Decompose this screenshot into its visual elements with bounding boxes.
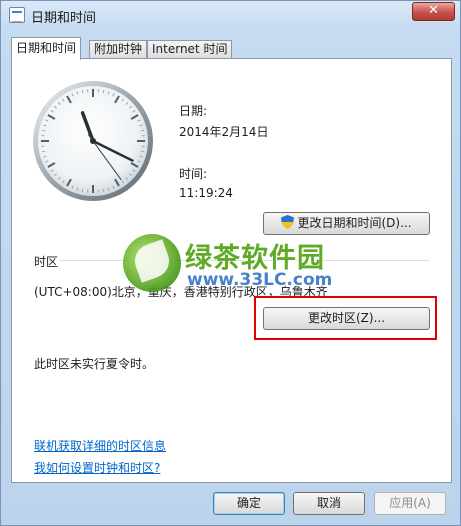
tab-internet-time[interactable]: Internet 时间 <box>147 40 233 59</box>
tab-additional-clocks[interactable]: 附加时钟 <box>89 40 148 59</box>
date-label: 日期: <box>179 104 208 118</box>
uac-shield-icon <box>281 215 295 229</box>
time-label: 时间: <box>179 167 208 181</box>
clock-minute-tick <box>42 150 46 153</box>
timezone-section-label: 时区 <box>34 255 59 269</box>
date-value: 2014年2月14日 <box>179 125 269 139</box>
clock-minute-tick <box>81 90 84 94</box>
watermark-logo-icon <box>123 234 181 292</box>
date-time-dialog: 日期和时间 ✕ 日期和时间 附加时钟 Internet 时间 日期: 2014年… <box>0 0 461 526</box>
change-date-time-label: 更改日期和时间(D)... <box>297 216 412 230</box>
leaf-icon <box>130 239 174 283</box>
clock-minute-tick <box>42 129 46 132</box>
change-date-time-button[interactable]: 更改日期和时间(D)... <box>263 212 430 235</box>
online-timezone-info-link[interactable]: 联机获取详细的时区信息 <box>34 437 166 454</box>
time-value: 11:19:24 <box>179 186 233 200</box>
clock-minute-tick <box>81 188 84 192</box>
watermark-url: www.33LC.com <box>187 270 333 290</box>
analog-clock <box>33 81 153 201</box>
window-title: 日期和时间 <box>31 11 97 26</box>
calendar-clock-icon <box>9 7 25 23</box>
clock-minute-tick <box>102 90 105 94</box>
close-button[interactable]: ✕ <box>412 2 455 21</box>
apply-button[interactable]: 应用(A) <box>374 492 446 515</box>
clock-center <box>90 138 96 144</box>
tab-date-time[interactable]: 日期和时间 <box>11 37 82 60</box>
watermark: 绿茶软件园 www.33LC.com <box>123 234 343 296</box>
title-bar[interactable]: 日期和时间 ✕ <box>1 1 460 29</box>
cancel-button[interactable]: 取消 <box>293 492 365 515</box>
ok-button[interactable]: 确定 <box>213 492 285 515</box>
how-to-set-clock-link[interactable]: 我如何设置时钟和时区? <box>34 459 160 476</box>
clock-minute-tick <box>140 150 144 153</box>
clock-minute-tick <box>102 188 105 192</box>
dst-note: 此时区未实行夏令时。 <box>34 357 155 371</box>
highlight-box <box>254 296 437 340</box>
clock-minute-tick <box>140 129 144 132</box>
